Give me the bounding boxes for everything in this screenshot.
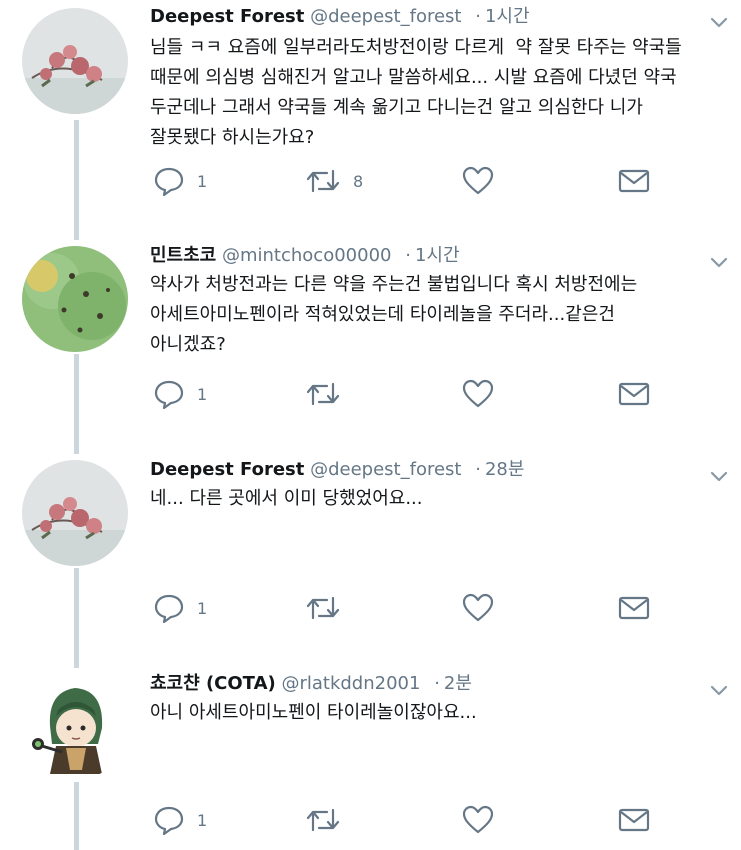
- timestamp[interactable]: 1시간: [415, 245, 460, 266]
- separator-dot: ·: [475, 6, 481, 27]
- user-handle[interactable]: @deepest_forest: [310, 6, 461, 27]
- reply-icon: [154, 167, 184, 196]
- envelope-icon: [618, 382, 650, 406]
- chevron-down-icon[interactable]: [709, 466, 729, 486]
- retweet-icon: [306, 808, 340, 832]
- chevron-down-icon[interactable]: [709, 252, 729, 272]
- mint-avatar-image: [22, 246, 128, 352]
- display-name[interactable]: Deepest Forest: [150, 6, 304, 27]
- timestamp[interactable]: 1시간: [485, 6, 530, 27]
- action-bar: 1: [150, 591, 710, 625]
- retweet-count: 8: [353, 171, 364, 191]
- reply-button[interactable]: 1: [153, 164, 207, 198]
- like-button[interactable]: [462, 377, 494, 411]
- action-bar: 1: [150, 377, 710, 411]
- retweet-button[interactable]: 8: [305, 164, 363, 198]
- timestamp[interactable]: 28분: [485, 459, 524, 480]
- reply-icon: [154, 380, 184, 409]
- flower-avatar-image: [22, 460, 128, 566]
- avatar[interactable]: [22, 674, 128, 780]
- retweet-icon: [306, 596, 340, 620]
- separator-dot: ·: [434, 673, 440, 694]
- user-handle[interactable]: @mintchoco00000: [222, 245, 392, 266]
- heart-icon: [462, 805, 494, 834]
- reply-icon: [154, 806, 184, 835]
- chevron-down-icon[interactable]: [709, 680, 729, 700]
- message-button[interactable]: [618, 164, 650, 198]
- reply-button[interactable]: 1: [153, 803, 207, 837]
- retweet-icon: [306, 382, 340, 406]
- avatar[interactable]: [22, 246, 128, 352]
- envelope-icon: [618, 169, 650, 193]
- avatar[interactable]: [22, 460, 128, 566]
- retweet-button[interactable]: [305, 377, 353, 411]
- message-button[interactable]: [618, 377, 650, 411]
- like-button[interactable]: [462, 803, 494, 837]
- flower-avatar-image: [22, 8, 128, 114]
- timestamp[interactable]: 2분: [444, 673, 472, 694]
- message-button[interactable]: [618, 591, 650, 625]
- reply-count: 1: [197, 171, 208, 191]
- like-button[interactable]: [462, 591, 494, 625]
- action-bar: 1 8: [150, 164, 710, 198]
- reply-icon: [154, 594, 184, 623]
- chevron-down-icon[interactable]: [709, 12, 729, 32]
- envelope-icon: [618, 596, 650, 620]
- tweet-text: 님들 ㅋㅋ 요즘에 일부러라도처방전이랑 다르게 약 잘못 타주는 약국들 때문…: [150, 37, 682, 148]
- tweet[interactable]: 쵸코챤 (COTA) @rlatkddn2001 · 2분 아니 아세트아미노펜이…: [0, 668, 741, 850]
- reply-count: 1: [197, 810, 208, 830]
- display-name[interactable]: 민트초코: [150, 245, 216, 266]
- heart-icon: [462, 166, 494, 195]
- message-button[interactable]: [618, 803, 650, 837]
- retweet-button[interactable]: [305, 591, 353, 625]
- tweet[interactable]: Deepest Forest @deepest_forest · 28분 네...…: [0, 454, 741, 666]
- display-name[interactable]: Deepest Forest: [150, 459, 304, 480]
- user-handle[interactable]: @rlatkddn2001: [281, 673, 420, 694]
- envelope-icon: [618, 808, 650, 832]
- reply-count: 1: [197, 598, 208, 618]
- user-handle[interactable]: @deepest_forest: [310, 459, 461, 480]
- tweet-text: 아니 아세트아미노펜이 타이레놀이잖아요...: [150, 702, 477, 723]
- action-bar: 1: [150, 803, 710, 837]
- tweet-text: 네... 다른 곳에서 이미 당했었어요...: [150, 488, 423, 509]
- like-button[interactable]: [462, 164, 494, 198]
- reply-button[interactable]: 1: [153, 377, 207, 411]
- tweet[interactable]: 민트초코 @mintchoco00000 · 1시간 약사가 처방전과는 다른 약…: [0, 240, 741, 452]
- separator-dot: ·: [475, 459, 481, 480]
- avatar[interactable]: [22, 8, 128, 114]
- display-name[interactable]: 쵸코챤 (COTA): [150, 673, 276, 694]
- reply-button[interactable]: 1: [153, 591, 207, 625]
- tweet[interactable]: Deepest Forest @deepest_forest · 1시간 님들 ㅋ…: [0, 0, 741, 232]
- heart-icon: [462, 379, 494, 408]
- separator-dot: ·: [405, 245, 411, 266]
- reply-count: 1: [197, 384, 208, 404]
- heart-icon: [462, 593, 494, 622]
- anime-avatar-image: [22, 674, 128, 780]
- tweet-text: 약사가 처방전과는 다른 약을 주는건 불법입니다 혹시 처방전에는 아세트아미…: [150, 274, 638, 355]
- retweet-button[interactable]: [305, 803, 353, 837]
- retweet-icon: [306, 169, 340, 193]
